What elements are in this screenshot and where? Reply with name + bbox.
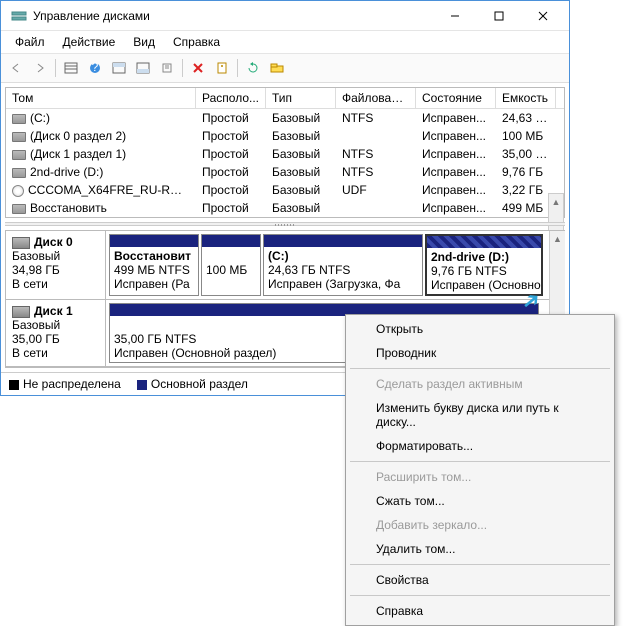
col-layout[interactable]: Располо... — [196, 88, 266, 108]
col-fs[interactable]: Файловая с... — [336, 88, 416, 108]
disk-icon — [12, 237, 30, 249]
volume-context-menu: Открыть Проводник Сделать раздел активны… — [345, 314, 615, 626]
close-button[interactable] — [521, 2, 565, 30]
back-button[interactable] — [5, 57, 27, 79]
col-state[interactable]: Состояние — [416, 88, 496, 108]
partition[interactable]: 100 МБ — [201, 234, 261, 296]
volume-list[interactable]: Том Располо... Тип Файловая с... Состоян… — [5, 87, 565, 218]
scroll-up-icon[interactable]: ▲ — [549, 194, 563, 210]
titlebar[interactable]: Управление дисками — [1, 1, 569, 31]
legend-primary: Основной раздел — [137, 377, 248, 391]
ctx-make-active: Сделать раздел активным — [348, 372, 612, 396]
ctx-format[interactable]: Форматировать... — [348, 434, 612, 458]
ctx-explorer[interactable]: Проводник — [348, 341, 612, 365]
table-row[interactable]: CCCOMA_X64FRE_RU-RU_D...ПростойБазовыйUD… — [6, 181, 564, 199]
disk-header[interactable]: Диск 0Базовый34,98 ГБВ сети — [6, 231, 106, 299]
splitter[interactable] — [5, 222, 565, 226]
window-title: Управление дисками — [33, 9, 433, 23]
legend-unallocated: Не распределена — [9, 377, 121, 391]
menu-help[interactable]: Справка — [165, 33, 228, 51]
col-type[interactable]: Тип — [266, 88, 336, 108]
table-row[interactable]: (C:)ПростойБазовыйNTFSИсправен...24,63 Г… — [6, 109, 564, 127]
help-button[interactable]: ? — [84, 57, 106, 79]
properties-button[interactable] — [211, 57, 233, 79]
refresh-button[interactable] — [242, 57, 264, 79]
ctx-open[interactable]: Открыть — [348, 317, 612, 341]
table-row[interactable]: (Диск 0 раздел 2)ПростойБазовыйИсправен.… — [6, 127, 564, 145]
view-top-button[interactable] — [108, 57, 130, 79]
menu-file[interactable]: Файл — [7, 33, 53, 51]
col-volume[interactable]: Том — [6, 88, 196, 108]
disk-row: Диск 0Базовый34,98 ГБВ сетиВосстановит49… — [6, 231, 564, 300]
view-list-button[interactable] — [60, 57, 82, 79]
ctx-extend: Расширить том... — [348, 465, 612, 489]
menu-action[interactable]: Действие — [55, 33, 124, 51]
partition[interactable]: Восстановит499 МБ NTFSИсправен (Ра — [109, 234, 199, 296]
ctx-change-letter[interactable]: Изменить букву диска или путь к диску... — [348, 396, 612, 434]
disk-header[interactable]: Диск 1Базовый35,00 ГБВ сети — [6, 300, 106, 366]
table-row[interactable]: (Диск 1 раздел 1)ПростойБазовыйNTFSИспра… — [6, 145, 564, 163]
ctx-properties[interactable]: Свойства — [348, 568, 612, 592]
volume-icon — [12, 168, 26, 178]
table-row[interactable]: ВосстановитьПростойБазовыйИсправен...499… — [6, 199, 564, 217]
scroll-up-icon[interactable]: ▲ — [550, 231, 565, 247]
col-cap[interactable]: Емкость — [496, 88, 556, 108]
app-icon — [11, 8, 27, 24]
minimize-button[interactable] — [433, 2, 477, 30]
ctx-mirror: Добавить зеркало... — [348, 513, 612, 537]
view-bottom-button[interactable] — [132, 57, 154, 79]
forward-button[interactable] — [29, 57, 51, 79]
rescan-button[interactable] — [266, 57, 288, 79]
svg-text:?: ? — [92, 62, 99, 74]
table-row[interactable]: 2nd-drive (D:)ПростойБазовыйNTFSИсправен… — [6, 163, 564, 181]
partition[interactable]: (C:)24,63 ГБ NTFSИсправен (Загрузка, Фа — [263, 234, 423, 296]
disk-icon — [12, 306, 30, 318]
settings-button[interactable] — [156, 57, 178, 79]
volume-icon — [12, 114, 26, 124]
volume-icon — [12, 150, 26, 160]
menubar: Файл Действие Вид Справка — [1, 31, 569, 54]
delete-button[interactable] — [187, 57, 209, 79]
menu-view[interactable]: Вид — [125, 33, 163, 51]
maximize-button[interactable] — [477, 2, 521, 30]
volume-icon — [12, 132, 26, 142]
toolbar: ? — [1, 54, 569, 83]
ctx-help[interactable]: Справка — [348, 599, 612, 623]
partition[interactable]: 2nd-drive (D:)9,76 ГБ NTFSИсправен (Осно… — [425, 234, 543, 296]
volume-icon — [12, 204, 26, 214]
ctx-shrink[interactable]: Сжать том... — [348, 489, 612, 513]
cd-icon — [12, 185, 24, 197]
ctx-delete[interactable]: Удалить том... — [348, 537, 612, 561]
volume-list-header: Том Располо... Тип Файловая с... Состоян… — [6, 88, 564, 109]
